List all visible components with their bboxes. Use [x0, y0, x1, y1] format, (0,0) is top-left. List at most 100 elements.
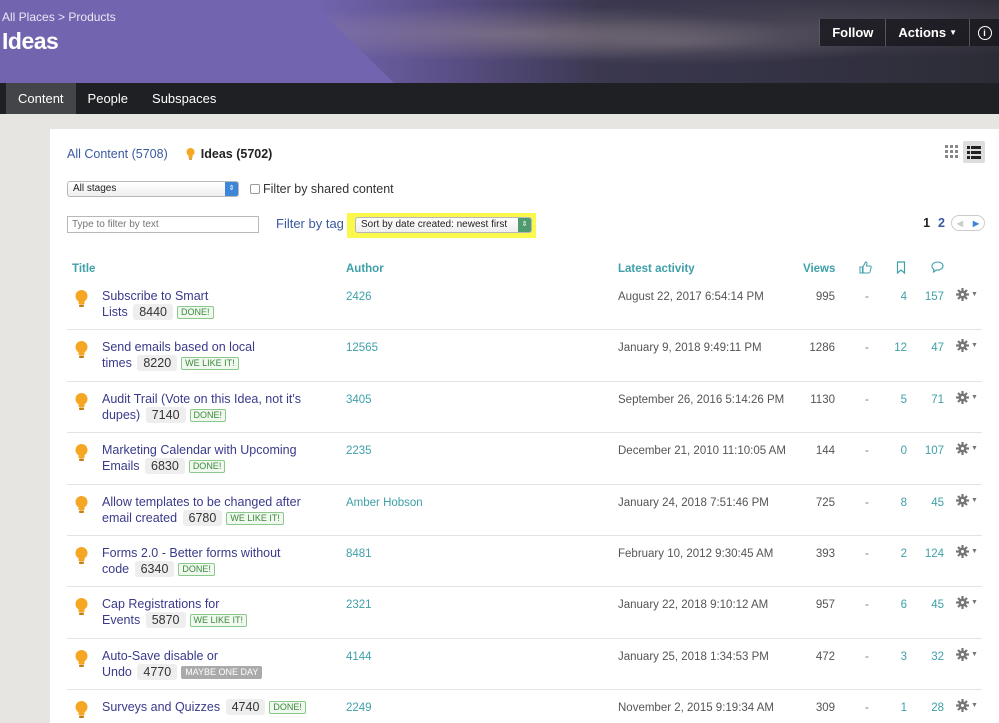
bookmarks-count[interactable]: 4 — [887, 291, 907, 303]
comments-count[interactable]: 45 — [919, 497, 944, 509]
tab-people[interactable]: People — [76, 83, 140, 114]
idea-title-line2: dupes) — [102, 407, 141, 422]
bookmarks-count[interactable]: 8 — [887, 497, 907, 509]
comment-icon[interactable] — [931, 261, 944, 276]
bookmarks-count[interactable]: 6 — [887, 599, 907, 611]
comments-count[interactable]: 124 — [919, 548, 944, 560]
sort-select[interactable]: Sort by date created: newest first ⇕ — [355, 217, 532, 233]
bookmarks-count[interactable]: 12 — [887, 342, 907, 354]
lightbulb-icon — [75, 649, 88, 667]
idea-title-link[interactable]: Forms 2.0 - Better forms without code 634… — [102, 545, 332, 577]
stage-select[interactable]: All stages ⇕ — [67, 181, 239, 197]
latest-activity: January 24, 2018 7:51:46 PM — [618, 496, 769, 509]
text-filter-input[interactable] — [67, 216, 259, 233]
row-actions-menu[interactable]: ▼ — [956, 442, 978, 456]
bookmarks-count[interactable]: 0 — [887, 445, 907, 457]
author-link[interactable]: 2426 — [346, 291, 372, 303]
info-button[interactable]: i — [969, 19, 999, 46]
author-link[interactable]: Amber Hobson — [346, 497, 423, 509]
breadcrumb-all-places[interactable]: All Places — [2, 10, 55, 24]
comments-count[interactable]: 28 — [919, 702, 944, 714]
lightbulb-icon — [75, 598, 88, 616]
shared-content-filter[interactable]: Filter by shared content — [250, 182, 394, 196]
follow-button[interactable]: Follow — [819, 19, 886, 46]
thumbs-up-icon[interactable] — [859, 261, 872, 277]
idea-title-link[interactable]: Subscribe to Smart Lists 8440 DONE! — [102, 288, 332, 320]
likes-count: - — [865, 291, 869, 303]
row-actions-menu[interactable]: ▼ — [956, 596, 978, 610]
actions-button[interactable]: Actions ▼ — [885, 19, 969, 46]
status-badge: DONE! — [178, 562, 215, 576]
vote-score: 8220 — [137, 355, 178, 372]
next-page-icon[interactable]: ▶ — [968, 216, 984, 230]
column-activity[interactable]: Latest activity — [618, 263, 695, 275]
prev-page-icon[interactable]: ◀ — [952, 216, 968, 230]
idea-title-link[interactable]: Marketing Calendar with Upcoming Emails 6… — [102, 442, 332, 475]
row-actions-menu[interactable]: ▼ — [956, 339, 978, 353]
stage-select-value: All stages — [73, 183, 117, 194]
breadcrumb-products[interactable]: Products — [68, 10, 115, 24]
vote-score: 6830 — [145, 458, 185, 475]
comments-count[interactable]: 157 — [919, 291, 944, 303]
author-link[interactable]: 2249 — [346, 702, 372, 714]
idea-title-link[interactable]: Send emails based on local times 8220 WE L… — [102, 339, 332, 372]
comments-count[interactable]: 32 — [919, 651, 944, 663]
comments-count[interactable]: 71 — [919, 394, 944, 406]
ideas-list: Subscribe to Smart Lists 8440 DONE! 2426 A… — [67, 279, 982, 723]
tab-subspaces[interactable]: Subspaces — [140, 83, 228, 114]
page-link[interactable]: 2 — [938, 216, 945, 230]
row-actions-menu[interactable]: ▼ — [956, 288, 978, 301]
gear-icon — [956, 596, 969, 610]
view-toggle — [941, 141, 985, 163]
bookmarks-count[interactable]: 3 — [887, 651, 907, 663]
author-link[interactable]: 4144 — [346, 651, 372, 663]
idea-title-link[interactable]: Cap Registrations for Events 5870 WE LIKE … — [102, 596, 332, 629]
bookmarks-count[interactable]: 2 — [887, 548, 907, 560]
idea-title-line2: times — [102, 356, 132, 371]
ideas-tab[interactable]: Ideas (5702) — [201, 147, 273, 161]
bookmark-icon[interactable] — [896, 261, 906, 277]
shared-content-checkbox[interactable] — [250, 184, 260, 194]
pagination: 1 2 ◀ ▶ — [923, 215, 985, 231]
idea-title-line1: Subscribe to Smart — [102, 289, 209, 303]
comments-count[interactable]: 47 — [919, 342, 944, 354]
bookmarks-count[interactable]: 1 — [887, 702, 907, 714]
status-badge: DONE! — [189, 408, 227, 422]
column-author[interactable]: Author — [346, 263, 384, 275]
row-actions-menu[interactable]: ▼ — [956, 647, 978, 661]
gear-icon — [956, 339, 969, 353]
status-badge: WE LIKE IT! — [226, 511, 284, 525]
comments-count[interactable]: 107 — [919, 445, 944, 457]
list-view-button[interactable] — [963, 141, 985, 163]
status-badge: DONE! — [269, 701, 306, 715]
row-actions-menu[interactable]: ▼ — [956, 544, 978, 558]
bookmarks-count[interactable]: 5 — [887, 394, 907, 406]
column-views[interactable]: Views — [803, 263, 835, 275]
filter-by-tag-link[interactable]: Filter by tag — [276, 216, 344, 231]
vote-score: 4740 — [225, 699, 266, 716]
author-link[interactable]: 8481 — [346, 548, 372, 560]
grid-view-button[interactable] — [941, 141, 963, 163]
latest-activity: January 25, 2018 1:34:53 PM — [618, 650, 769, 663]
author-link[interactable]: 12565 — [346, 342, 378, 354]
views-count: 144 — [815, 445, 835, 458]
idea-title-link[interactable]: Audit Trail (Vote on this Idea, not it's… — [102, 391, 332, 423]
row-actions-menu[interactable]: ▼ — [956, 699, 978, 713]
idea-title-link[interactable]: Surveys and Quizzes 4740 DONE! — [102, 699, 332, 716]
column-title[interactable]: Title — [72, 263, 95, 275]
idea-title-link[interactable]: Auto-Save disable or Undo 4770 MAYBE ONE D… — [102, 648, 332, 680]
row-actions-menu[interactable]: ▼ — [956, 493, 978, 507]
comments-count[interactable]: 45 — [919, 599, 944, 611]
lightbulb-icon — [75, 444, 88, 462]
author-link[interactable]: 3405 — [346, 394, 372, 406]
tab-content[interactable]: Content — [6, 83, 76, 114]
idea-title-link[interactable]: Allow templates to be changed after email… — [102, 494, 332, 526]
author-link[interactable]: 2321 — [346, 599, 372, 611]
row-actions-menu[interactable]: ▼ — [956, 390, 978, 404]
author-link[interactable]: 2235 — [346, 445, 372, 457]
gear-icon — [956, 647, 969, 661]
table-header: Title Author Latest activity Views — [67, 261, 982, 277]
latest-activity: February 10, 2012 9:30:45 AM — [618, 547, 774, 560]
all-content-link[interactable]: All Content (5708) — [67, 147, 168, 161]
select-arrows-icon: ⇕ — [518, 218, 531, 232]
